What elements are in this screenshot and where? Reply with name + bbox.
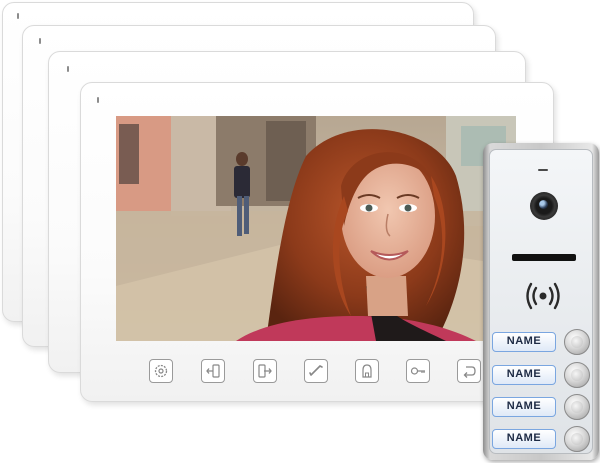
monitor-person-icon	[362, 364, 372, 378]
status-led	[67, 66, 69, 72]
resident-row-4: NAME	[492, 426, 592, 454]
phone-handset-icon	[309, 365, 323, 376]
back-icon	[463, 366, 476, 378]
name-label: NAME	[492, 365, 556, 385]
video-feed-photo	[116, 116, 516, 341]
product-scene: NAME NAME NAME NAME	[0, 0, 600, 463]
key-icon	[410, 367, 425, 375]
monitor-button[interactable]	[355, 359, 379, 383]
resident-row-2: NAME	[492, 362, 592, 390]
status-led	[39, 38, 41, 44]
back-button[interactable]	[457, 359, 481, 383]
unlock-button[interactable]	[406, 359, 430, 383]
name-label: NAME	[492, 397, 556, 417]
call-button[interactable]	[564, 362, 590, 388]
intercom-out-icon	[206, 364, 220, 378]
rfid-wave-icon	[526, 282, 560, 310]
name-label: NAME	[492, 332, 556, 352]
resident-row-3: NAME	[492, 394, 592, 422]
monitor-screen	[116, 116, 516, 341]
ir-window	[512, 254, 576, 261]
intercom-out-button[interactable]	[201, 359, 225, 383]
name-label: NAME	[492, 429, 556, 449]
talk-button[interactable]	[304, 359, 328, 383]
call-button[interactable]	[564, 394, 590, 420]
door-station: NAME NAME NAME NAME	[483, 143, 599, 460]
speaker-slit	[538, 169, 548, 171]
door-station-panel: NAME NAME NAME NAME	[489, 149, 593, 454]
status-led	[97, 97, 99, 103]
settings-icon	[154, 364, 168, 378]
camera-lens-icon	[530, 192, 558, 220]
resident-row-1: NAME	[492, 329, 592, 357]
intercom-in-button[interactable]	[253, 359, 277, 383]
call-button[interactable]	[564, 329, 590, 355]
call-button[interactable]	[564, 426, 590, 452]
intercom-in-icon	[258, 364, 272, 378]
status-led	[17, 13, 19, 19]
settings-button[interactable]	[149, 359, 173, 383]
